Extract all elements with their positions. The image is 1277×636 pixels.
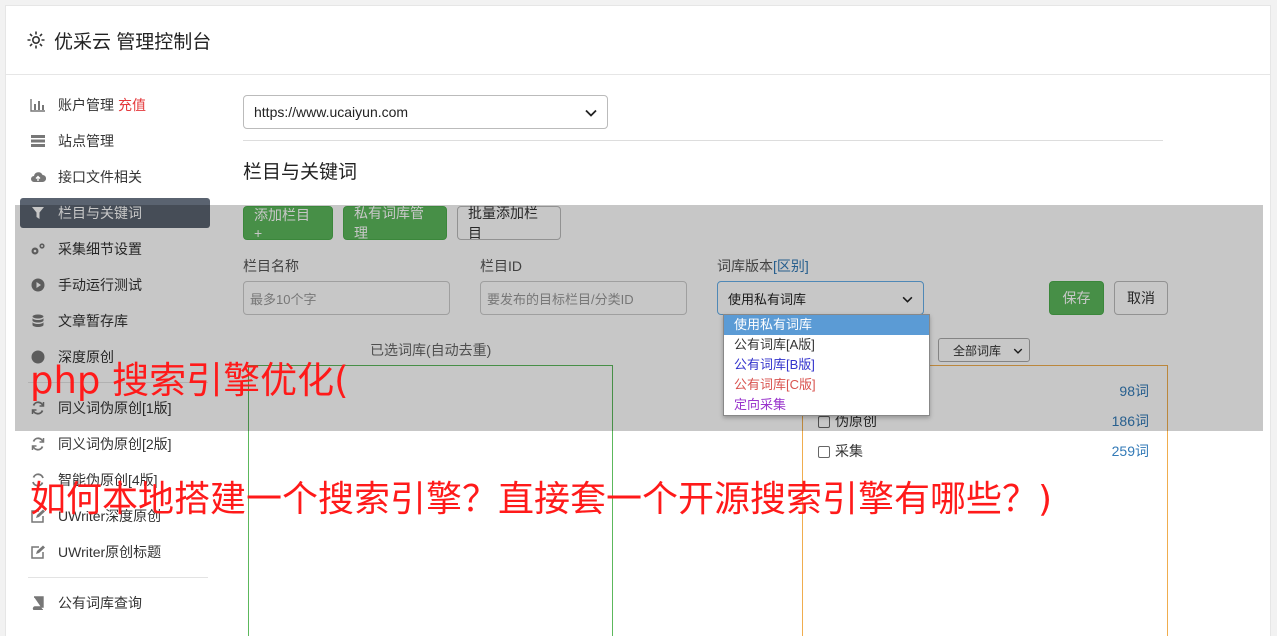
sidebar-item-smart-v4[interactable]: 智能伪原创[4版] [20,465,210,495]
sidebar-item-sites[interactable]: 站点管理 [20,126,210,156]
dropdown-option-public-c[interactable]: 公有词库[C版] [724,375,929,395]
gear-icon [26,30,46,50]
edit-icon [30,544,46,560]
dropdown-option-private[interactable]: 使用私有词库 [724,315,929,335]
site-select[interactable]: https://www.ucaiyun.com [243,95,608,129]
dim-overlay [15,205,1263,431]
sidebar-item-label: 站点管理 [58,133,114,149]
header: 优采云 管理控制台 [6,6,1270,75]
sidebar-item-label: 公有词库查询 [58,595,142,611]
sidebar-divider [28,577,208,578]
sidebar-item-label: 智能伪原创[4版] [58,472,158,488]
lib-count: 259词 [1111,443,1149,459]
chevron-down-icon [585,104,597,120]
sidebar-item-uwriter-title[interactable]: UWriter原创标题 [20,537,210,567]
cloud-upload-icon [30,169,46,185]
refresh-icon [30,472,46,488]
sidebar-item-public-lib[interactable]: 公有词库查询 [20,588,210,618]
bar-chart-icon [30,97,46,113]
dropdown-option-public-b[interactable]: 公有词库[B版] [724,355,929,375]
server-icon [30,133,46,149]
refresh-icon [30,436,46,452]
lib-name: 采集 [835,443,863,459]
dropdown-option-public-a[interactable]: 公有词库[A版] [724,335,929,355]
sidebar-item-interface[interactable]: 接口文件相关 [20,162,210,192]
sidebar-item-uwriter-deep[interactable]: UWriter深度原创 [20,501,210,531]
book-icon [30,595,46,611]
site-select-value: https://www.ucaiyun.com [254,104,409,120]
lib-version-dropdown: 使用私有词库 公有词库[A版] 公有词库[B版] 公有词库[C版] 定向采集 [723,314,930,416]
sidebar-item-label: UWriter深度原创 [58,508,162,524]
sidebar-item-account[interactable]: 账户管理 充值 [20,90,210,120]
dropdown-option-targeted[interactable]: 定向采集 [724,395,929,415]
sidebar-item-label: UWriter原创标题 [58,544,162,560]
lib-checkbox[interactable] [818,446,830,459]
edit-icon [30,508,46,524]
sidebar-item-label: 账户管理 [58,97,114,113]
divider [243,140,1163,141]
sidebar-item-synonym-v2[interactable]: 同义词伪原创[2版] [20,429,210,459]
section-title: 栏目与关键词 [243,162,358,183]
recharge-link[interactable]: 充值 [118,95,146,115]
sidebar-item-label: 同义词伪原创[2版] [58,436,172,452]
header-title: 优采云 管理控制台 [54,31,212,53]
sidebar-item-label: 接口文件相关 [58,169,142,185]
lib-name-wrap: 采集 [818,441,863,461]
list-item[interactable]: 采集 259词 [803,436,1167,466]
